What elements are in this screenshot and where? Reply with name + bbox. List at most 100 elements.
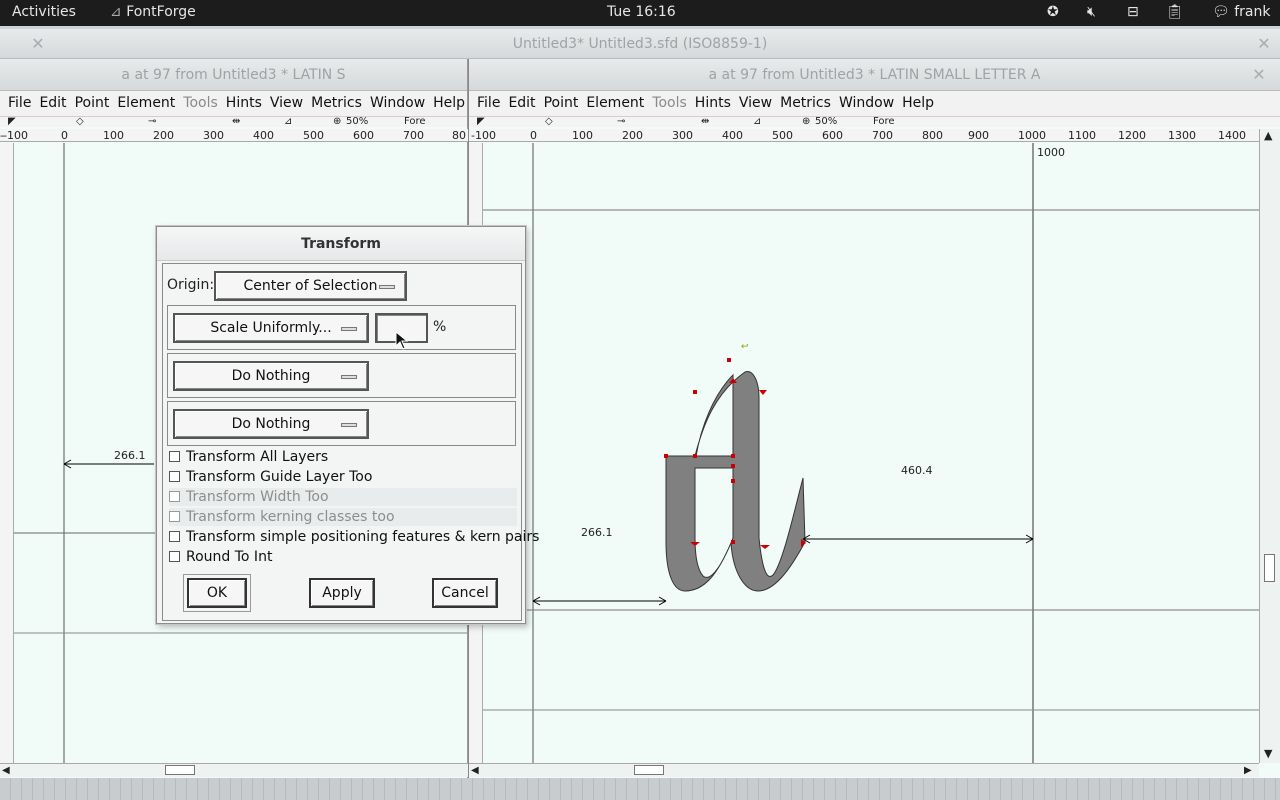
menu-window[interactable]: Window <box>366 91 429 116</box>
ok-button[interactable]: OK <box>187 578 247 608</box>
menu-point[interactable]: Point <box>540 91 583 116</box>
menu-window[interactable]: Window <box>835 91 898 116</box>
scroll-left-icon[interactable]: ◀ <box>2 765 10 776</box>
scroll-up-icon[interactable]: ▲ <box>1264 129 1272 142</box>
apply-button[interactable]: Apply <box>309 578 375 608</box>
chat-icon: 💬︎ <box>1212 4 1230 20</box>
clipboard-icon[interactable]: 📋︎ <box>1166 4 1184 20</box>
clock[interactable]: Tue 16:16 <box>607 4 676 20</box>
percent-unit: % <box>433 319 447 335</box>
app-menu[interactable]: ⊿ FontForge <box>110 4 196 20</box>
width-icon: ⇹ <box>701 117 710 127</box>
point-icon: ◇ <box>545 117 553 127</box>
left-bearing-label: 266.1 <box>114 449 146 462</box>
menu-hints[interactable]: Hints <box>222 91 266 116</box>
transform-kerning-classes-checkbox[interactable]: Transform kerning classes too <box>169 508 517 526</box>
ruler-tool-icon: ⊸ <box>617 117 626 127</box>
cancel-button[interactable]: Cancel <box>432 578 498 608</box>
angle-icon: ⊿ <box>753 117 762 127</box>
transform-dialog: Transform Origin: Center of Selection Sc… <box>156 226 539 624</box>
point-icon: ◇ <box>76 117 84 127</box>
zoom-icon: ⊕ <box>802 117 811 127</box>
menu-help[interactable]: Help <box>898 91 938 116</box>
left-window-titlebar: a at 97 from Untitled3 * LATIN S <box>0 59 467 91</box>
scroll-left-icon[interactable]: ◀ <box>471 765 479 776</box>
ruler-tool-icon: ⊸ <box>148 117 157 127</box>
origin-dropdown[interactable]: Center of Selection <box>214 271 407 301</box>
right-info-row: ◤ ◇ ⊸ ⇹ ⊿ ⊕ 50% Fore <box>469 117 1280 127</box>
volume-muted-icon[interactable]: 🔇︎ <box>1087 4 1096 20</box>
right-glyph-canvas[interactable]: ↩ <box>483 143 1259 763</box>
operation-dropdown-3[interactable]: Do Nothing <box>173 409 369 439</box>
menu-edit[interactable]: Edit <box>35 91 70 116</box>
advance-width-label: 1000 <box>1037 146 1065 159</box>
transform-guide-layer-checkbox[interactable]: Transform Guide Layer Too <box>169 468 372 486</box>
menu-tools[interactable]: Tools <box>179 91 222 116</box>
menu-metrics[interactable]: Metrics <box>776 91 835 116</box>
left-bearing-label: 266.1 <box>581 526 613 539</box>
background-window-title: Untitled3* Untitled3.sfd (ISO8859-1) <box>512 36 768 52</box>
menu-element[interactable]: Element <box>113 91 179 116</box>
scroll-thumb[interactable] <box>1264 554 1275 582</box>
menu-help[interactable]: Help <box>429 91 467 116</box>
mouse-cursor-icon <box>395 331 409 350</box>
menu-file[interactable]: File <box>4 91 35 116</box>
menu-view[interactable]: View <box>735 91 776 116</box>
zoom-level: 50% <box>815 117 838 127</box>
round-to-int-checkbox[interactable]: Round To Int <box>169 548 272 566</box>
user-menu[interactable]: 💬︎ frank <box>1212 4 1270 20</box>
scroll-right-icon[interactable]: ▶ <box>1244 765 1252 776</box>
dialog-title: Transform <box>157 227 525 261</box>
gnome-top-bar: Activities ⊿ FontForge Tue 16:16 ✪ 🔇︎ ⊟ … <box>0 0 1280 26</box>
activities-button[interactable]: Activities <box>12 4 76 20</box>
dropdown-icon <box>341 327 357 331</box>
right-window-titlebar: a at 97 from Untitled3 * LATIN SMALL LET… <box>469 59 1280 91</box>
checkbox-icon <box>169 491 180 502</box>
menu-tools[interactable]: Tools <box>648 91 691 116</box>
menu-view[interactable]: View <box>266 91 307 116</box>
scroll-down-icon[interactable]: ▼ <box>1264 747 1272 760</box>
layer-label: Fore <box>404 117 426 127</box>
left-horizontal-ruler: - -100 0 100 200 300 400 500 600 700 80 <box>0 129 468 142</box>
fontforge-app-icon: ⊿ <box>110 4 122 20</box>
accessibility-icon[interactable]: ✪ <box>1047 4 1059 20</box>
right-vertical-scrollbar[interactable]: ▲ ▼ <box>1259 129 1280 763</box>
checkbox-icon <box>169 551 180 562</box>
dropdown-icon <box>341 375 357 379</box>
right-bearing-label: 460.4 <box>901 464 933 477</box>
transform-positioning-features-checkbox[interactable]: Transform simple positioning features & … <box>169 528 539 546</box>
checkbox-icon <box>169 531 180 542</box>
angle-icon: ⊿ <box>284 117 293 127</box>
close-icon[interactable]: ✕ <box>28 29 48 59</box>
menu-file[interactable]: File <box>473 91 504 116</box>
menu-element[interactable]: Element <box>582 91 648 116</box>
left-horizontal-scrollbar[interactable]: ◀ <box>0 763 468 777</box>
dropdown-icon <box>379 285 395 289</box>
left-window-title: a at 97 from Untitled3 * LATIN S <box>121 67 346 83</box>
operation-dropdown-1[interactable]: Scale Uniformly... <box>173 313 369 343</box>
right-menubar: File Edit Point Element Tools Hints View Metric… <box>469 91 1280 117</box>
right-horizontal-scrollbar[interactable]: ◀ ▶ <box>469 763 1259 777</box>
close-icon[interactable]: ✕ <box>1254 29 1274 59</box>
menu-edit[interactable]: Edit <box>504 91 539 116</box>
transform-width-checkbox[interactable]: Transform Width Too <box>169 488 517 506</box>
origin-label: Origin: <box>167 277 215 293</box>
left-info-row: ◤ ◇ ⊸ ⇹ ⊿ ⊕ 50% Fore <box>0 117 467 127</box>
network-icon[interactable]: ⊟ <box>1127 4 1139 20</box>
menu-metrics[interactable]: Metrics <box>307 91 366 116</box>
zoom-level: 50% <box>346 117 369 127</box>
transform-all-layers-checkbox[interactable]: Transform All Layers <box>169 448 328 466</box>
close-icon[interactable]: ✕ <box>1249 59 1269 91</box>
right-glyph-window: a at 97 from Untitled3 * LATIN SMALL LET… <box>468 59 1280 778</box>
operation-dropdown-2[interactable]: Do Nothing <box>173 361 369 391</box>
left-menubar: File Edit Point Element Tools Hints View Metric… <box>0 91 467 117</box>
menu-hints[interactable]: Hints <box>691 91 735 116</box>
pointer-icon: ◤ <box>8 117 16 127</box>
menu-point[interactable]: Point <box>71 91 114 116</box>
scroll-thumb[interactable] <box>165 765 195 775</box>
pointer-icon: ◤ <box>477 117 485 127</box>
scroll-thumb[interactable] <box>634 765 664 775</box>
background-window-titlebar: Untitled3* Untitled3.sfd (ISO8859-1) <box>0 29 1280 59</box>
left-vertical-ruler <box>0 143 14 763</box>
width-icon: ⇹ <box>232 117 241 127</box>
